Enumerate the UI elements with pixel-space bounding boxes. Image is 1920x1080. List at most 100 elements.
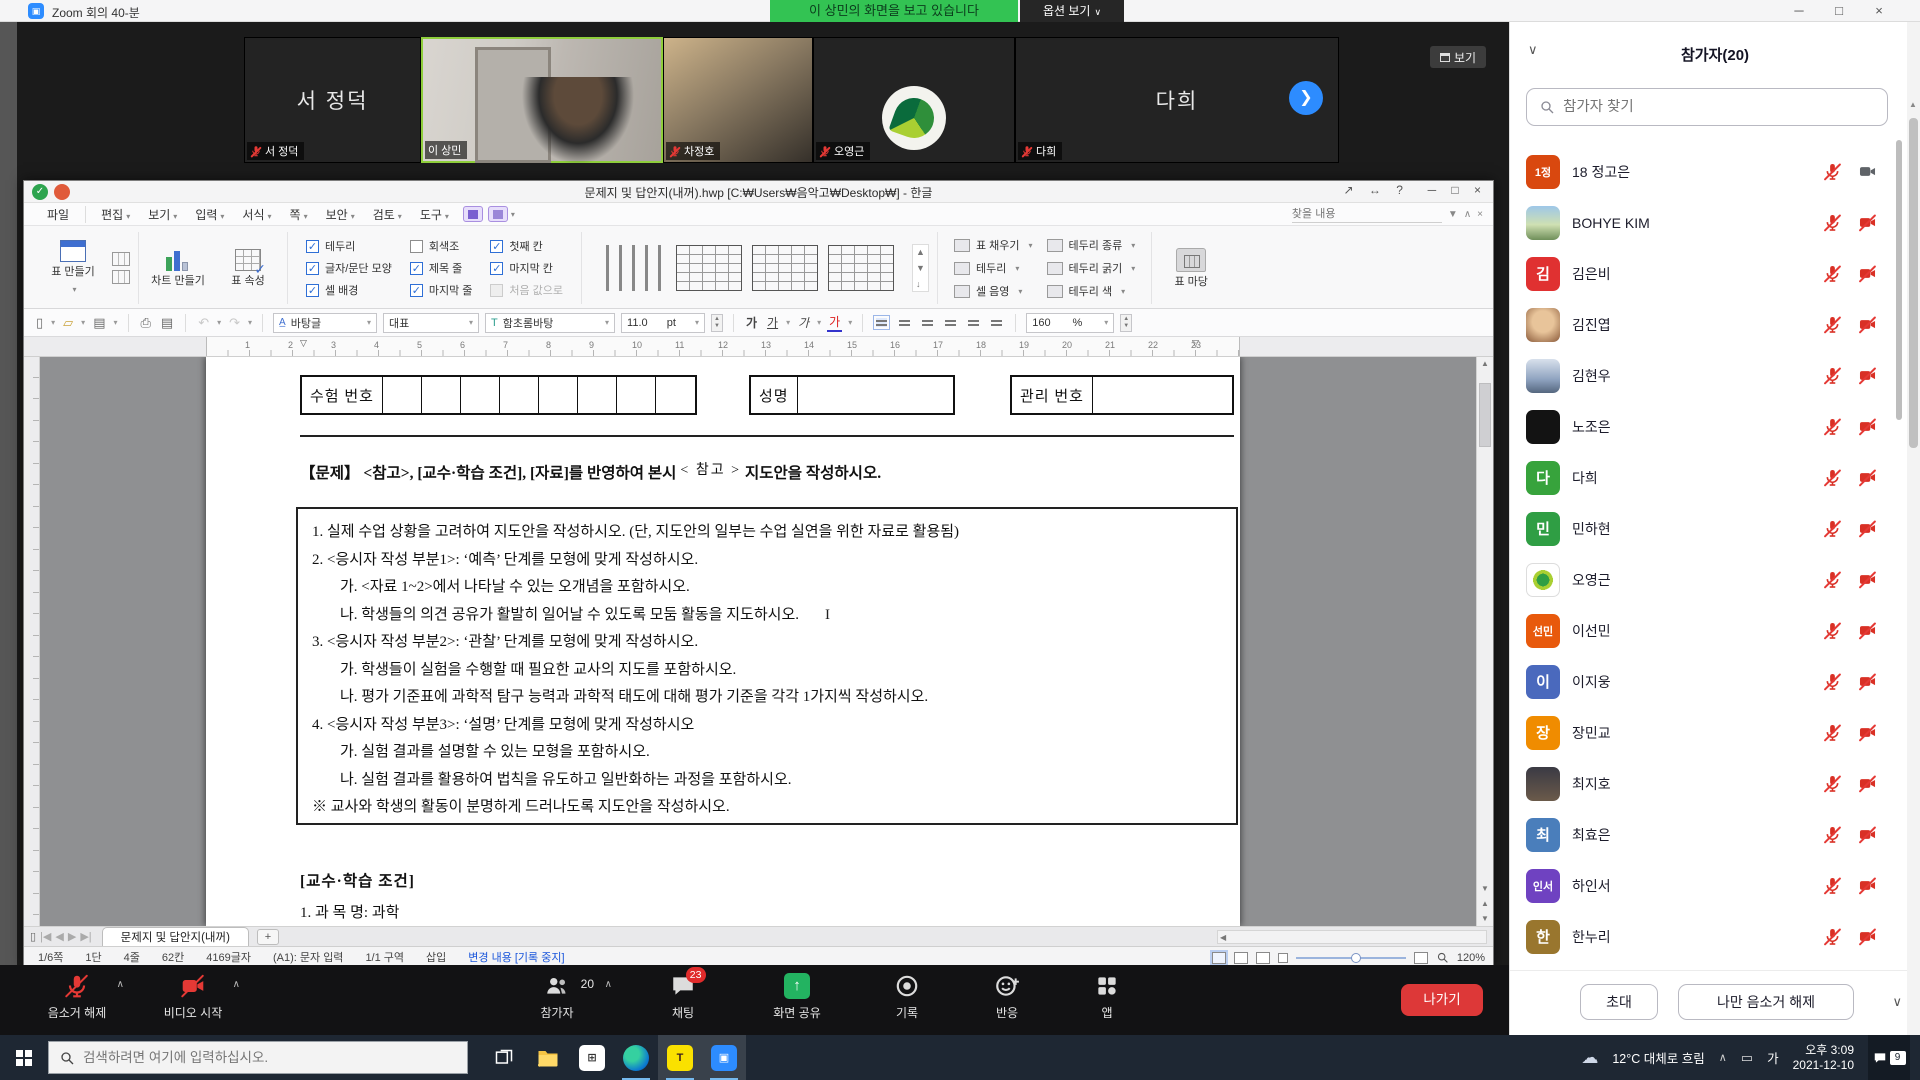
preset-combo[interactable]: 대표▾: [383, 313, 479, 333]
participant-row[interactable]: 김 김은비: [1510, 248, 1905, 299]
participant-row[interactable]: BOHYE KIM: [1510, 197, 1905, 248]
participant-row[interactable]: 최지호: [1510, 758, 1905, 809]
undo-icon[interactable]: ↶: [196, 315, 211, 331]
ribbon-check[interactable]: ✓테두리: [306, 238, 392, 254]
camera-off-icon[interactable]: [1858, 621, 1877, 640]
camera-off-icon[interactable]: [1858, 672, 1877, 691]
print-icon[interactable]: ⎙: [139, 315, 153, 331]
maximize-button[interactable]: □: [1824, 2, 1854, 20]
camera-off-icon[interactable]: [1858, 468, 1877, 487]
participant-row[interactable]: 선민 이선민: [1510, 605, 1905, 656]
camera-off-icon[interactable]: [1858, 315, 1877, 334]
menu-파일[interactable]: 파일: [38, 206, 86, 223]
mic-muted-icon[interactable]: [1823, 213, 1842, 232]
bold-button[interactable]: 가: [744, 314, 759, 331]
paragraph-button[interactable]: [988, 315, 1005, 330]
unmute-me-button[interactable]: 나만 음소거 해제: [1678, 984, 1854, 1020]
video-tile[interactable]: 차정호: [663, 37, 813, 163]
view-mode-wide-icon[interactable]: [1234, 952, 1248, 964]
mic-muted-icon[interactable]: [1823, 672, 1842, 691]
exam-number-cell[interactable]: [578, 377, 617, 413]
video-tile[interactable]: 오영근: [813, 37, 1015, 163]
gallery-view-button[interactable]: 보기: [1430, 46, 1486, 68]
menu-편집[interactable]: 편집▾: [92, 206, 139, 223]
camera-off-icon[interactable]: [1858, 366, 1877, 385]
exam-number-cell[interactable]: [422, 377, 461, 413]
preview-icon[interactable]: ▤: [159, 315, 175, 331]
camera-off-icon[interactable]: [1858, 519, 1877, 538]
video-tile-active-speaker[interactable]: 이 상민: [421, 37, 663, 163]
task-view-button[interactable]: [482, 1035, 526, 1080]
gallery-down-icon[interactable]: ▼: [916, 263, 925, 273]
participant-row[interactable]: 노조은: [1510, 401, 1905, 452]
start-video-button[interactable]: 비디오 시작 ∧: [138, 973, 248, 1021]
tab-nav-next-icon[interactable]: ▶: [68, 930, 76, 943]
menu-입력[interactable]: 입력▾: [186, 206, 233, 223]
ribbon-dropdown[interactable]: 테두리 굵기▾: [1047, 260, 1136, 276]
participant-row[interactable]: 한 한누리: [1510, 911, 1905, 962]
edge-button[interactable]: [614, 1035, 658, 1080]
tab-nav-last-icon[interactable]: ▶|: [80, 930, 91, 943]
align-both-button[interactable]: [873, 315, 890, 330]
camera-off-icon[interactable]: [1858, 825, 1877, 844]
microsoft-store-button[interactable]: ⊞: [570, 1035, 614, 1080]
new-document-icon[interactable]: ▯: [34, 315, 45, 331]
gallery-up-icon[interactable]: ▲: [916, 247, 925, 257]
ribbon-check[interactable]: ✓마지막 칸: [490, 260, 563, 276]
table-toolbar-toggle-icon[interactable]: [488, 206, 508, 222]
mic-muted-icon[interactable]: [1823, 264, 1842, 283]
scroll-left-icon[interactable]: ◀: [1220, 933, 1226, 942]
zoom-taskbar-button[interactable]: ▣: [702, 1035, 746, 1080]
ribbon-dropdown[interactable]: 테두리 색▾: [1047, 283, 1136, 299]
vertical-ruler[interactable]: [24, 357, 40, 926]
table-style-thumbnail[interactable]: [676, 245, 742, 291]
style-combo[interactable]: A̲바탕글▾: [273, 313, 377, 333]
exam-number-cell[interactable]: [500, 377, 539, 413]
mic-muted-icon[interactable]: [1823, 162, 1842, 181]
table-style-thumbnail[interactable]: [752, 245, 818, 291]
toolbar-toggle-icon[interactable]: [463, 206, 483, 222]
participant-row[interactable]: 민 민하현: [1510, 503, 1905, 554]
action-center-button[interactable]: 9: [1868, 1035, 1910, 1080]
invite-button[interactable]: 초대: [1580, 984, 1658, 1020]
font-combo[interactable]: T함초롬바탕▾: [485, 313, 615, 333]
tab-nav-first-icon[interactable]: |◀: [40, 930, 51, 943]
font-size-stepper[interactable]: ▲▼: [711, 314, 723, 332]
line-spacing-button[interactable]: [965, 315, 982, 330]
view-mode-page-icon[interactable]: [1212, 952, 1226, 964]
chevron-down-icon[interactable]: ▼: [1448, 209, 1458, 220]
ribbon-check[interactable]: ✓마지막 줄: [410, 282, 473, 298]
participant-row[interactable]: 이 이지웅: [1510, 656, 1905, 707]
mic-muted-icon[interactable]: [1823, 825, 1842, 844]
horizontal-ruler[interactable]: ▽ ▽ 123456789101112131415161718192021222…: [24, 337, 1493, 357]
scroll-up-icon[interactable]: ▲: [1909, 100, 1917, 109]
add-tab-button[interactable]: +: [257, 929, 279, 945]
underline-button[interactable]: 가: [765, 314, 780, 331]
chat-button[interactable]: 23 채팅: [628, 973, 738, 1021]
leave-meeting-button[interactable]: 나가기: [1401, 984, 1483, 1016]
mic-muted-icon[interactable]: [1823, 315, 1842, 334]
participant-row[interactable]: 인서 하인서: [1510, 860, 1905, 911]
ribbon-check[interactable]: ✓글자/문단 모양: [306, 260, 392, 276]
next-participants-arrow-button[interactable]: ❯: [1289, 81, 1323, 115]
align-center-button[interactable]: [919, 315, 936, 330]
list-scrollbar-thumb[interactable]: [1896, 140, 1902, 420]
ribbon-dropdown[interactable]: 테두리▾: [954, 260, 1033, 276]
camera-off-icon[interactable]: [1858, 570, 1877, 589]
collapse-icon[interactable]: ∧: [1464, 209, 1471, 220]
taskbar-clock[interactable]: 오후 3:092021-12-10: [1793, 1043, 1854, 1073]
align-left-button[interactable]: [896, 315, 913, 330]
open-icon[interactable]: ▱: [61, 315, 75, 331]
share-screen-button[interactable]: ↑ 화면 공유: [742, 973, 852, 1021]
exam-number-cell[interactable]: [539, 377, 578, 413]
camera-off-icon[interactable]: [1858, 774, 1877, 793]
participant-row[interactable]: 1정 18 정고은: [1510, 146, 1905, 197]
find-input[interactable]: [1292, 206, 1442, 223]
menu-보기[interactable]: 보기▾: [139, 206, 186, 223]
scrollbar-thumb[interactable]: [1909, 118, 1918, 448]
panel-scrollbar[interactable]: ▲: [1907, 22, 1920, 1035]
ribbon-dropdown[interactable]: 셀 음영▾: [954, 283, 1033, 299]
zoom-combo[interactable]: 160%▾: [1026, 313, 1114, 333]
zoom-slider-knob[interactable]: [1351, 953, 1361, 963]
view-mode-fit-icon[interactable]: [1256, 952, 1270, 964]
